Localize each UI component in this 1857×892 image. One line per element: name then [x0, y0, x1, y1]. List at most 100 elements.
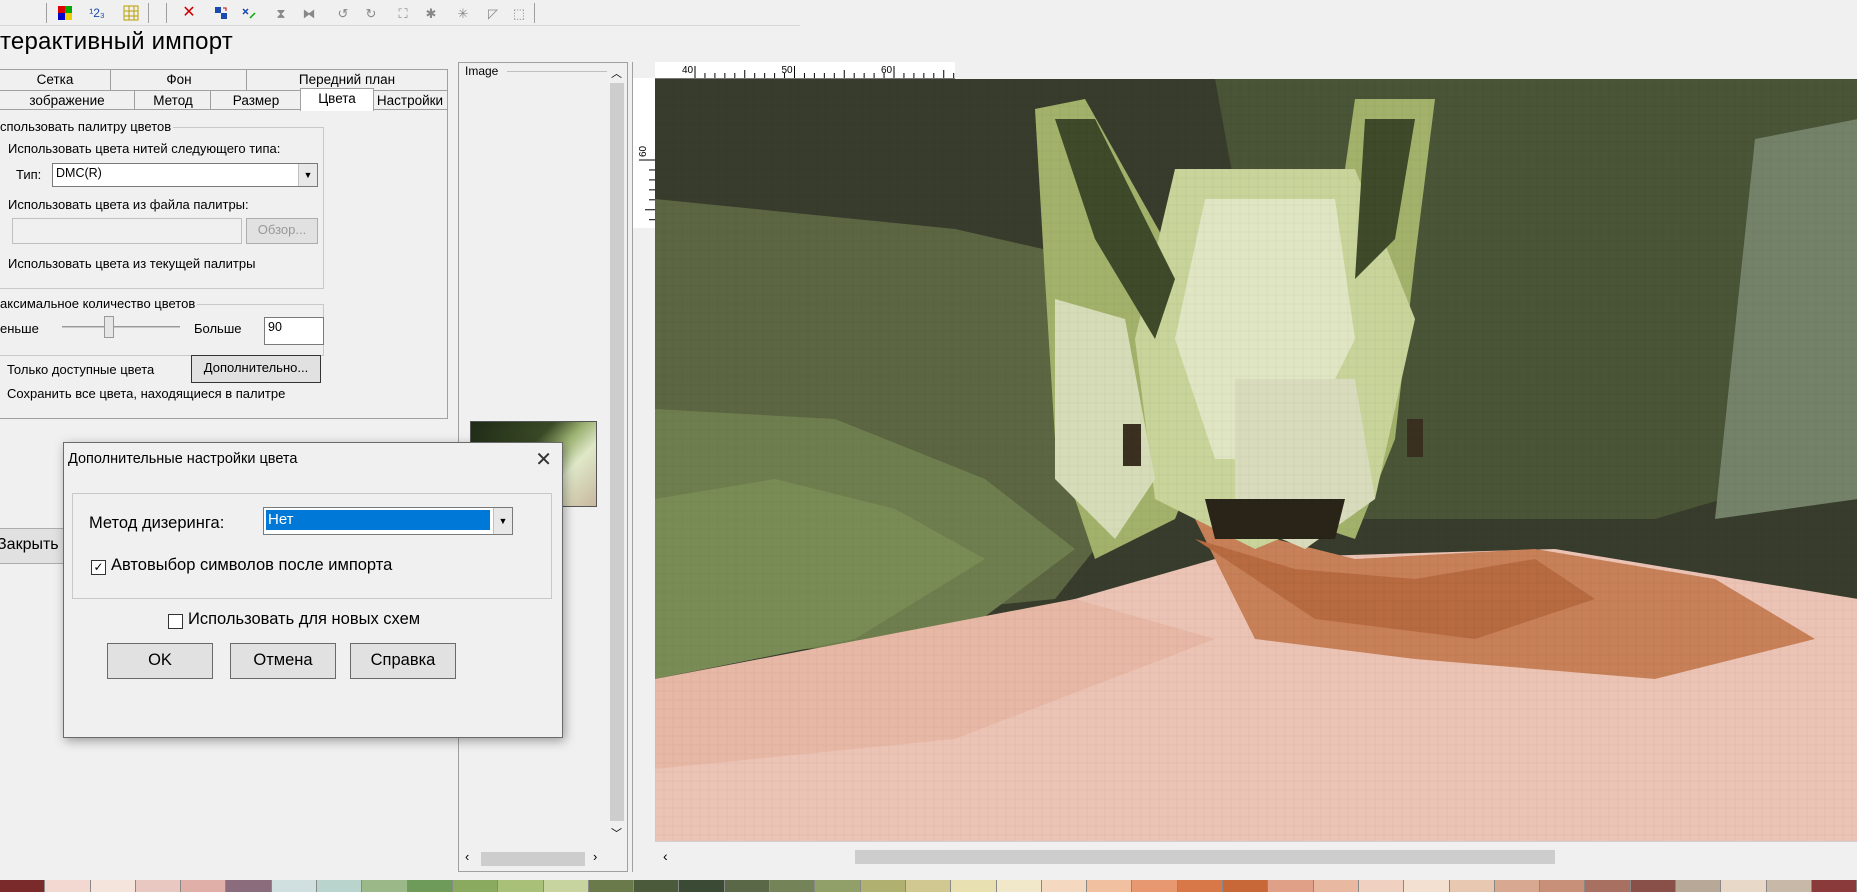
- thread-type-select[interactable]: DMC(R) ▼: [52, 163, 318, 187]
- palette-swatch[interactable]: [1313, 880, 1359, 892]
- only-available-label[interactable]: Только доступные цвета: [7, 362, 154, 377]
- palette-swatch[interactable]: [815, 880, 861, 892]
- palette-swatch[interactable]: [996, 880, 1042, 892]
- palette-swatch[interactable]: [1404, 880, 1450, 892]
- palette-swatch[interactable]: [860, 880, 906, 892]
- image-hscroll-thumb[interactable]: [481, 852, 585, 866]
- palette-swatch[interactable]: [407, 880, 453, 892]
- mirror-horizontal-icon[interactable]: ⧗: [270, 3, 292, 23]
- palette-swatch[interactable]: [1675, 880, 1722, 892]
- tab-size[interactable]: Размер: [210, 90, 302, 111]
- palette-file-input[interactable]: [12, 218, 242, 244]
- palette-swatch[interactable]: [1630, 880, 1676, 892]
- use-new-schemes-checkbox[interactable]: [168, 614, 183, 629]
- palette-swatch[interactable]: [679, 880, 725, 892]
- palette-swatch[interactable]: [271, 880, 318, 892]
- palette-swatch[interactable]: [181, 880, 227, 892]
- tab-background[interactable]: Фон: [110, 69, 248, 90]
- close-icon[interactable]: ✕: [535, 447, 552, 472]
- max-colors-slider-thumb[interactable]: [104, 316, 115, 338]
- palette-swatch[interactable]: [90, 880, 136, 892]
- palette-swatch[interactable]: [1041, 880, 1088, 892]
- palette-swatch[interactable]: [1766, 880, 1812, 892]
- dialog-titlebar[interactable]: Дополнительные настройки цвета ✕: [64, 443, 562, 475]
- palette-swatch[interactable]: [951, 880, 997, 892]
- auto-symbols-checkbox[interactable]: ✓: [91, 560, 106, 575]
- chevron-down-icon[interactable]: ▼: [493, 508, 512, 534]
- select-region-icon[interactable]: ⛶: [392, 3, 414, 23]
- pattern-image[interactable]: [655, 79, 1857, 842]
- image-vertical-scrollbar[interactable]: ︿ ﹀: [607, 63, 627, 843]
- scroll-left-icon[interactable]: ‹: [465, 849, 469, 864]
- palette-swatch[interactable]: [362, 880, 408, 892]
- palette-swatch[interactable]: [1358, 880, 1405, 892]
- auto-symbols-label[interactable]: Автовыбор символов после импорта: [111, 556, 392, 575]
- palette-swatch[interactable]: [1540, 880, 1586, 892]
- from-current-label: Использовать цвета из текущей палитры: [8, 256, 256, 271]
- palette-swatch[interactable]: [588, 880, 635, 892]
- palette-swatch[interactable]: [634, 880, 680, 892]
- palette-swatch[interactable]: [1494, 880, 1541, 892]
- palette-swatch[interactable]: [1177, 880, 1224, 892]
- palette-swatch[interactable]: [1449, 880, 1495, 892]
- palette-swatch[interactable]: [498, 880, 544, 892]
- canvas-horizontal-scrollbar[interactable]: ‹: [655, 841, 1857, 872]
- replace-color-icon[interactable]: [210, 3, 232, 23]
- palette-swatch[interactable]: [0, 880, 46, 892]
- chevron-down-icon[interactable]: ▼: [298, 164, 317, 186]
- palette-swatch[interactable]: [1132, 880, 1178, 892]
- palette-icon[interactable]: [54, 3, 76, 23]
- palette-swatch[interactable]: [543, 880, 589, 892]
- scroll-down-icon[interactable]: ﹀: [611, 825, 622, 841]
- palette-swatch[interactable]: [452, 880, 499, 892]
- help-button[interactable]: Справка: [350, 643, 456, 679]
- palette-swatch[interactable]: [905, 880, 952, 892]
- palette-swatch[interactable]: [135, 880, 182, 892]
- tab-foreground[interactable]: Передний план: [246, 69, 448, 90]
- palette-swatch[interactable]: [226, 880, 272, 892]
- numbering-icon[interactable]: ¹2₃: [86, 3, 108, 23]
- scroll-up-icon[interactable]: ︿: [611, 65, 622, 81]
- image-vscroll-thumb[interactable]: [610, 83, 624, 821]
- cancel-button[interactable]: Отмена: [230, 643, 336, 679]
- canvas-hscroll-thumb[interactable]: [855, 850, 1555, 864]
- ok-button[interactable]: OK: [107, 643, 213, 679]
- vertical-ruler: 60708090100110120: [633, 78, 656, 228]
- browse-button[interactable]: Обзор...: [246, 218, 318, 244]
- tab-method[interactable]: Метод: [134, 90, 212, 111]
- frame-select-icon[interactable]: ⬚: [508, 3, 530, 23]
- tab-colors[interactable]: Цвета: [300, 88, 374, 111]
- scroll-right-icon[interactable]: ›: [593, 849, 597, 864]
- palette-swatch[interactable]: [317, 880, 363, 892]
- canvas-scroll-left-icon[interactable]: ‹: [663, 848, 668, 864]
- half-stitch-icon[interactable]: ◸: [482, 3, 504, 23]
- cross-stitch-icon[interactable]: ✳: [452, 3, 474, 23]
- palette-swatch[interactable]: [1223, 880, 1269, 892]
- bug-icon[interactable]: ✱: [420, 3, 442, 23]
- palette-swatch[interactable]: [1721, 880, 1767, 892]
- advanced-button[interactable]: Дополнительно...: [191, 355, 321, 383]
- rotate-right-icon[interactable]: ↻: [360, 3, 382, 23]
- swap-icon[interactable]: [238, 3, 260, 23]
- palette-swatch[interactable]: [770, 880, 816, 892]
- palette-swatch[interactable]: [724, 880, 771, 892]
- use-new-schemes-label[interactable]: Использовать для новых схем: [188, 610, 420, 629]
- grid-pattern-icon[interactable]: [120, 3, 142, 23]
- max-colors-slider-track[interactable]: [62, 326, 180, 328]
- mirror-vertical-icon[interactable]: ⧓: [298, 3, 320, 23]
- palette-swatch[interactable]: [1087, 880, 1133, 892]
- max-colors-input[interactable]: 90: [264, 317, 324, 345]
- palette-swatch[interactable]: [1268, 880, 1314, 892]
- palette-swatch[interactable]: [1585, 880, 1631, 892]
- tab-image[interactable]: зображение: [0, 90, 136, 111]
- palette-swatch[interactable]: [1811, 880, 1857, 892]
- rotate-left-icon[interactable]: ↺: [332, 3, 354, 23]
- pattern-canvas[interactable]: 405060708090100110120130140150 607080901…: [632, 62, 1857, 872]
- delete-icon[interactable]: ✕: [178, 3, 200, 23]
- palette-swatch[interactable]: [45, 880, 91, 892]
- tab-settings[interactable]: Настройки: [372, 90, 448, 111]
- image-horizontal-scrollbar[interactable]: ‹ ›: [459, 847, 607, 871]
- dither-method-select[interactable]: Нет ▼: [263, 507, 513, 535]
- save-all-label[interactable]: Сохранить все цвета, находящиеся в палит…: [7, 386, 285, 401]
- tab-grid[interactable]: Сетка: [0, 69, 112, 90]
